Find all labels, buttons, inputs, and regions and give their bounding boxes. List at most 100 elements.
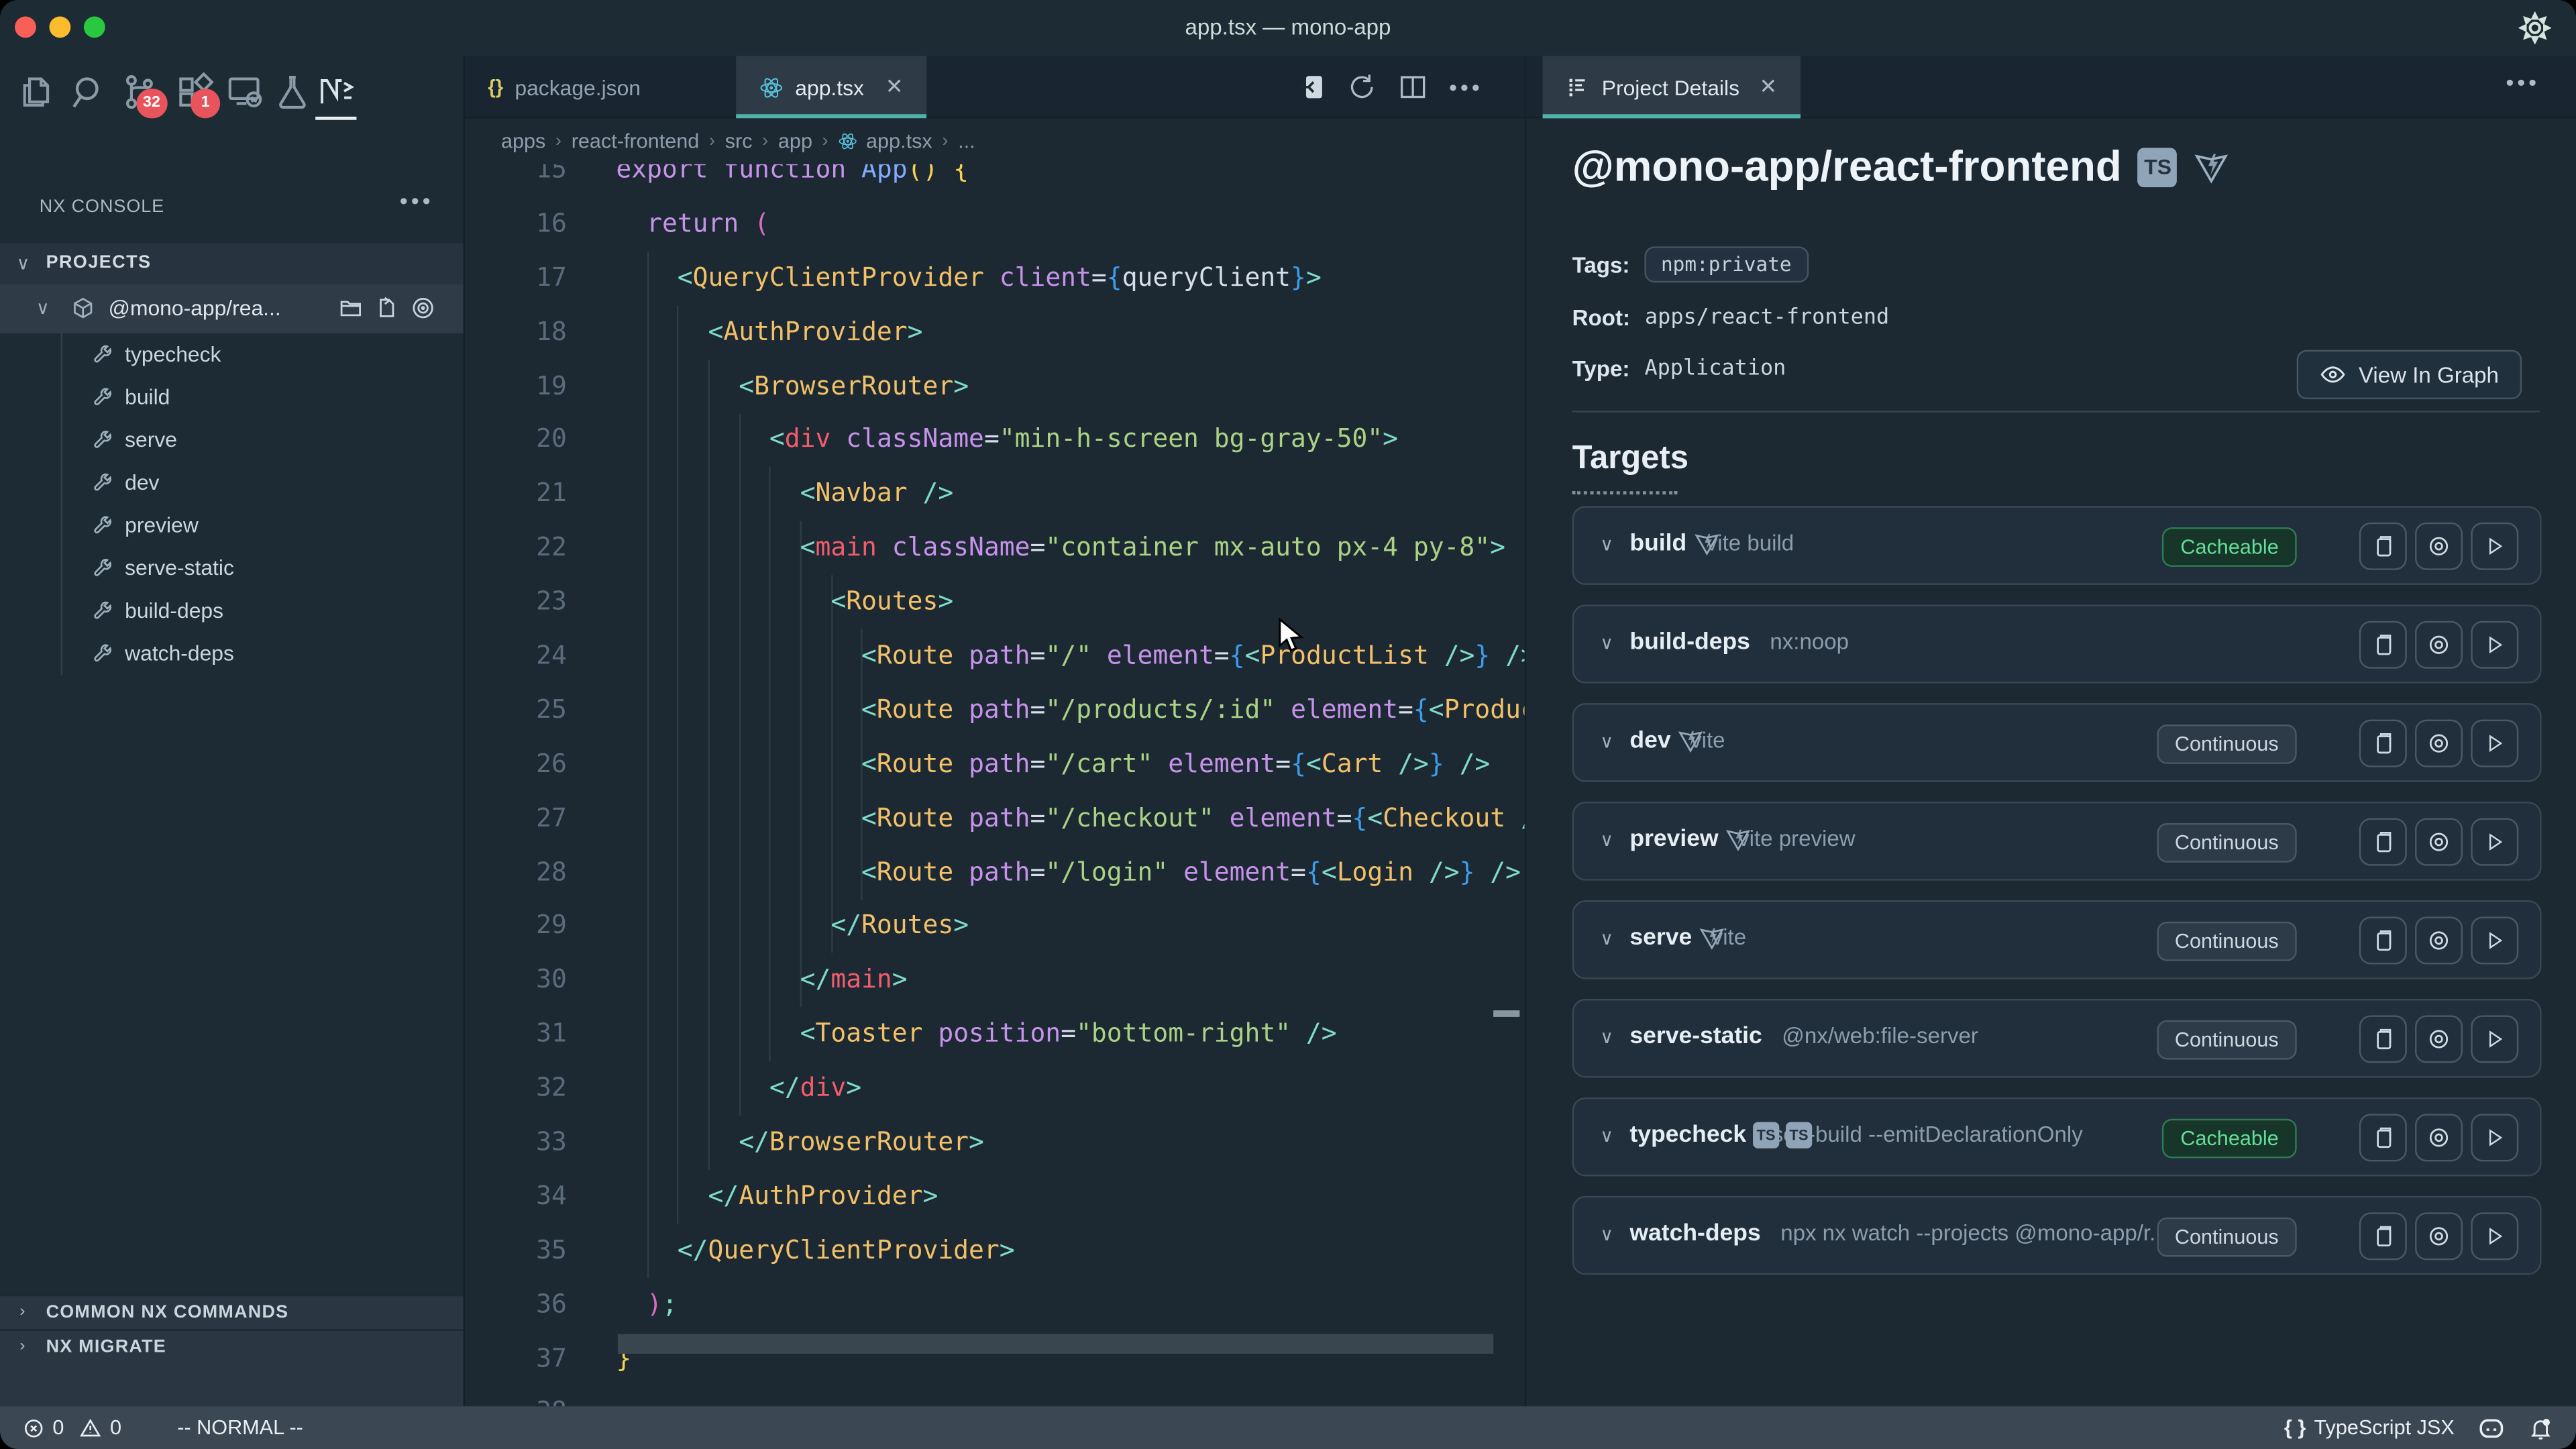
open-changes-icon[interactable] — [1296, 72, 1326, 102]
code-line-34[interactable]: 34 </AuthProvider> — [465, 1169, 1525, 1224]
sidebar-target-watch-deps[interactable]: watch-deps — [0, 633, 464, 676]
extensions-icon[interactable]: 1 — [174, 72, 214, 112]
code-line-23[interactable]: 23 <Routes> — [465, 575, 1525, 629]
vim-mode-indicator[interactable]: -- NORMAL -- — [177, 1416, 303, 1439]
split-editor-icon[interactable] — [1398, 72, 1428, 102]
code-line-22[interactable]: 22 <main className="container mx-auto px… — [465, 521, 1525, 576]
code-line-32[interactable]: 32 </div> — [465, 1061, 1525, 1116]
run-target-icon[interactable] — [2471, 523, 2518, 570]
horizontal-scrollbar[interactable] — [618, 1334, 1493, 1354]
run-target-icon[interactable] — [2471, 720, 2518, 767]
run-target-icon[interactable] — [2471, 1114, 2518, 1161]
sidebar-target-dev[interactable]: dev — [0, 462, 464, 504]
breadcrumb-item-apps[interactable]: apps — [501, 129, 545, 152]
sidebar-target-build-deps[interactable]: build-deps — [0, 590, 464, 633]
code-line-15[interactable]: 15export function App() { — [465, 164, 1525, 197]
close-tab-icon[interactable]: ✕ — [885, 74, 904, 100]
copy-icon[interactable] — [2359, 1114, 2407, 1161]
run-target-icon[interactable] — [2471, 1212, 2518, 1260]
chevron-down-icon[interactable]: ∨ — [1600, 1126, 1613, 1147]
code-line-24[interactable]: 24 <Route path="/" element={<ProductList… — [465, 629, 1525, 684]
breadcrumb-item-react-frontend[interactable]: react-frontend — [572, 129, 700, 152]
sidebar-target-serve[interactable]: serve — [0, 419, 464, 462]
run-target-icon[interactable] — [2471, 818, 2518, 866]
breadcrumb-item-src[interactable]: src — [725, 129, 753, 152]
chevron-down-icon[interactable]: ∨ — [1600, 1027, 1613, 1049]
code-line-28[interactable]: 28 <Route path="/login" element={<Login … — [465, 845, 1525, 900]
notifications-bell-icon[interactable] — [2528, 1415, 2553, 1440]
sidebar-target-build[interactable]: build — [0, 376, 464, 419]
nx-console-icon[interactable] — [317, 72, 357, 112]
projects-section-header[interactable]: ∨ PROJECTS — [0, 243, 464, 284]
copy-icon[interactable] — [2359, 621, 2407, 669]
panel-more-icon[interactable]: ••• — [2506, 69, 2540, 95]
chevron-down-icon[interactable]: ∨ — [1600, 633, 1613, 654]
explorer-icon[interactable] — [16, 72, 56, 112]
view-target-icon[interactable] — [2415, 818, 2463, 866]
copy-icon[interactable] — [2359, 1015, 2407, 1063]
code-line-27[interactable]: 27 <Route path="/checkout" element={<Che… — [465, 792, 1525, 846]
chevron-down-icon[interactable]: ∨ — [1600, 1224, 1613, 1245]
code-line-16[interactable]: 16 return ( — [465, 197, 1525, 252]
chevron-down-icon[interactable]: ∨ — [1600, 534, 1613, 555]
code-line-21[interactable]: 21 <Navbar /> — [465, 467, 1525, 521]
code-line-26[interactable]: 26 <Route path="/cart" element={<Cart />… — [465, 737, 1525, 792]
copy-icon[interactable] — [2359, 917, 2407, 965]
tab-package-json[interactable]: {} package.json — [465, 56, 663, 118]
view-target-icon[interactable] — [2415, 917, 2463, 965]
code-line-18[interactable]: 18 <AuthProvider> — [465, 305, 1525, 360]
view-target-icon[interactable] — [2415, 523, 2463, 570]
chevron-down-icon[interactable]: ∨ — [1600, 928, 1613, 950]
sidebar-more-icon[interactable]: ••• — [400, 187, 434, 213]
sidebar-target-preview[interactable]: preview — [0, 504, 464, 547]
tab-app-tsx[interactable]: app.tsx ✕ — [736, 56, 926, 118]
open-config-icon[interactable] — [374, 296, 399, 321]
copy-icon[interactable] — [2359, 818, 2407, 866]
run-target-icon[interactable] — [2471, 1015, 2518, 1063]
language-mode[interactable]: { } TypeScript JSX — [2284, 1416, 2455, 1439]
source-control-icon[interactable]: 32 — [120, 72, 160, 112]
run-target-icon[interactable] — [2471, 917, 2518, 965]
testing-icon[interactable] — [273, 72, 313, 112]
breadcrumb-item-app[interactable]: app — [778, 129, 812, 152]
code-line-36[interactable]: 36 ); — [465, 1278, 1525, 1332]
code-line-17[interactable]: 17 <QueryClientProvider client={queryCli… — [465, 251, 1525, 305]
sidebar-section-common-nx-commands[interactable]: ›COMMON NX COMMANDS — [0, 1295, 464, 1329]
refresh-icon[interactable] — [1347, 72, 1377, 102]
view-target-icon[interactable] — [2415, 1114, 2463, 1161]
search-icon[interactable] — [69, 72, 109, 112]
copy-icon[interactable] — [2359, 720, 2407, 767]
chevron-down-icon[interactable]: ∨ — [1600, 830, 1613, 851]
view-target-icon[interactable] — [2415, 1212, 2463, 1260]
tab-project-details[interactable]: Project Details ✕ — [1543, 56, 1801, 118]
copy-icon[interactable] — [2359, 1212, 2407, 1260]
code-line-29[interactable]: 29 </Routes> — [465, 900, 1525, 954]
copilot-icon[interactable] — [2477, 1415, 2506, 1440]
breadcrumb-item-app-tsx[interactable]: app.tsx — [838, 129, 932, 152]
code-line-19[interactable]: 19 <BrowserRouter> — [465, 359, 1525, 413]
chevron-down-icon[interactable]: ∨ — [1600, 731, 1613, 753]
view-target-icon[interactable] — [2415, 1015, 2463, 1063]
code-line-31[interactable]: 31 <Toaster position="bottom-right" /> — [465, 1008, 1525, 1062]
view-target-icon[interactable] — [2415, 621, 2463, 669]
folder-icon[interactable] — [338, 296, 363, 321]
sidebar-target-serve-static[interactable]: serve-static — [0, 547, 464, 590]
code-line-33[interactable]: 33 </BrowserRouter> — [465, 1116, 1525, 1170]
code-line-30[interactable]: 30 </main> — [465, 953, 1525, 1008]
remote-explorer-icon[interactable] — [225, 72, 265, 112]
editor-more-icon[interactable]: ••• — [1449, 72, 1479, 102]
settings-gear-icon[interactable] — [2518, 11, 2551, 44]
sidebar-section-nx-migrate[interactable]: ›NX MIGRATE — [0, 1329, 464, 1370]
code-editor[interactable]: 15export function App() {16 return (17 <… — [465, 164, 1525, 1406]
sidebar-target-typecheck[interactable]: typecheck — [0, 333, 464, 376]
view-target-icon[interactable] — [2415, 720, 2463, 767]
view-in-graph-button[interactable]: View In Graph — [2296, 350, 2522, 399]
run-target-icon[interactable] — [2471, 621, 2518, 669]
close-panel-tab-icon[interactable]: ✕ — [1759, 74, 1777, 100]
target-icon[interactable] — [411, 296, 435, 321]
code-line-25[interactable]: 25 <Route path="/products/:id" element={… — [465, 684, 1525, 738]
project-row[interactable]: ∨ @mono-app/rea... — [0, 284, 464, 333]
breadcrumb-item--[interactable]: ... — [958, 129, 975, 152]
code-line-35[interactable]: 35 </QueryClientProvider> — [465, 1224, 1525, 1278]
copy-icon[interactable] — [2359, 523, 2407, 570]
